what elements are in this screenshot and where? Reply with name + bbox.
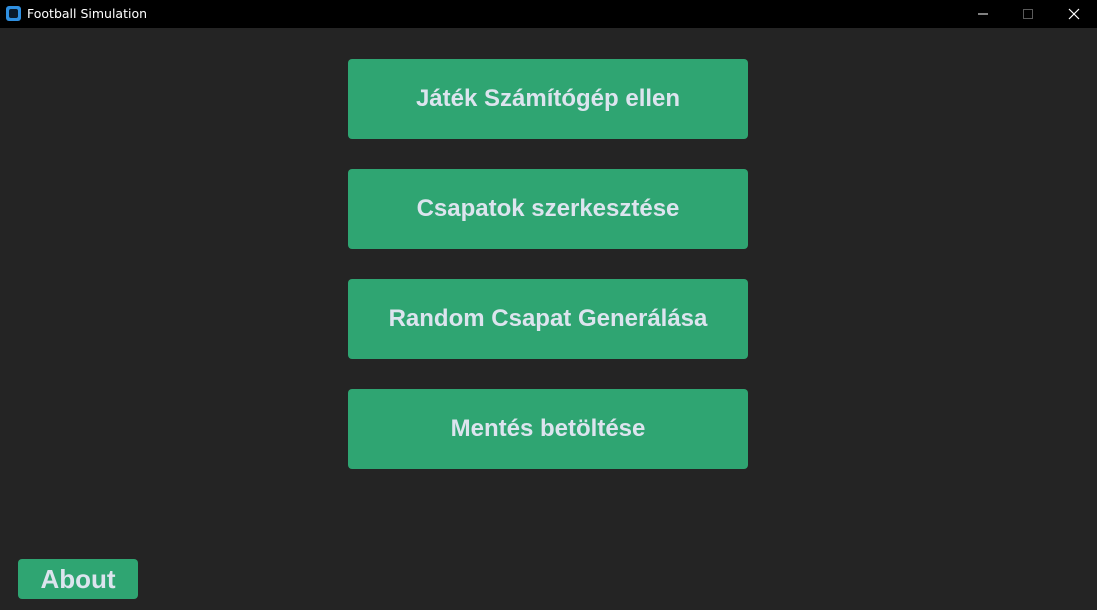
play-vs-computer-button[interactable]: Játék Számítógép ellen	[348, 59, 748, 139]
maximize-icon	[1023, 9, 1033, 19]
load-save-button[interactable]: Mentés betöltése	[348, 389, 748, 469]
title-bar[interactable]: Football Simulation	[0, 0, 1097, 28]
close-icon	[1068, 8, 1080, 20]
edit-teams-button[interactable]: Csapatok szerkesztése	[348, 169, 748, 249]
app-window: Football Simulation Játék Számítógép ell…	[0, 0, 1097, 610]
random-team-button[interactable]: Random Csapat Generálása	[348, 279, 748, 359]
about-button[interactable]: About	[18, 559, 138, 599]
minimize-button[interactable]	[961, 0, 1006, 28]
app-icon	[6, 6, 21, 21]
close-button[interactable]	[1052, 0, 1097, 28]
maximize-button[interactable]	[1006, 0, 1051, 28]
minimize-icon	[978, 13, 988, 15]
window-title: Football Simulation	[27, 6, 148, 21]
